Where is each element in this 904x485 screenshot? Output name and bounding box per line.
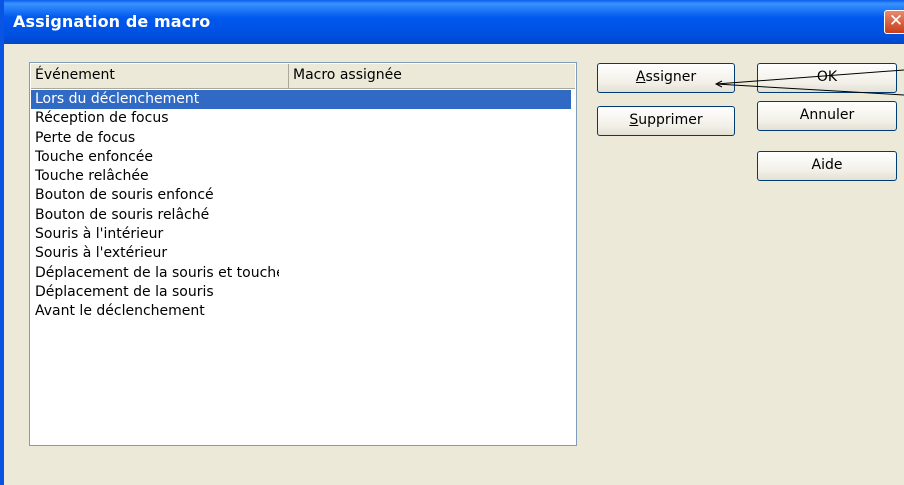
- assign-label: ssigner: [645, 69, 697, 85]
- list-item[interactable]: Souris à l'intérieur: [31, 225, 279, 244]
- delete-mnemonic: S: [629, 112, 639, 128]
- list-item[interactable]: Réception de focus: [31, 109, 279, 128]
- list-item[interactable]: Touche enfoncée: [31, 148, 279, 167]
- title-bar[interactable]: Assignation de macro ✕: [4, 0, 904, 44]
- list-item[interactable]: Déplacement de la souris et touche: [31, 264, 279, 283]
- list-item[interactable]: Lors du déclenchement: [31, 90, 571, 110]
- list-item[interactable]: Touche relâchée: [31, 167, 279, 186]
- list-item[interactable]: Bouton de souris relâché: [31, 206, 279, 225]
- close-icon[interactable]: ✕: [884, 10, 904, 34]
- delete-label: upprimer: [638, 112, 703, 128]
- assign-button[interactable]: Assigner: [597, 63, 735, 93]
- ok-button[interactable]: OK: [757, 63, 897, 93]
- event-rows: Lors du déclenchement Réception de focus P…: [31, 90, 575, 322]
- cancel-button[interactable]: Annuler: [757, 101, 897, 131]
- column-header-assigned-macro[interactable]: Macro assignée: [289, 64, 575, 88]
- event-macro-list[interactable]: Événement Macro assignée Lors du déclenc…: [29, 62, 577, 446]
- list-item[interactable]: Avant le déclenchement: [31, 302, 279, 321]
- delete-button[interactable]: Supprimer: [597, 106, 735, 136]
- dialog-title: Assignation de macro: [13, 12, 211, 31]
- macro-assignment-dialog: Assignation de macro ✕ Événement Macro a…: [0, 0, 904, 485]
- list-item[interactable]: Perte de focus: [31, 129, 279, 148]
- list-item[interactable]: Bouton de souris enfoncé: [31, 186, 279, 205]
- list-item[interactable]: Déplacement de la souris: [31, 283, 279, 302]
- list-item[interactable]: Souris à l'extérieur: [31, 244, 279, 263]
- help-button[interactable]: Aide: [757, 151, 897, 181]
- list-header: Événement Macro assignée: [31, 64, 575, 89]
- column-header-event[interactable]: Événement: [31, 64, 289, 88]
